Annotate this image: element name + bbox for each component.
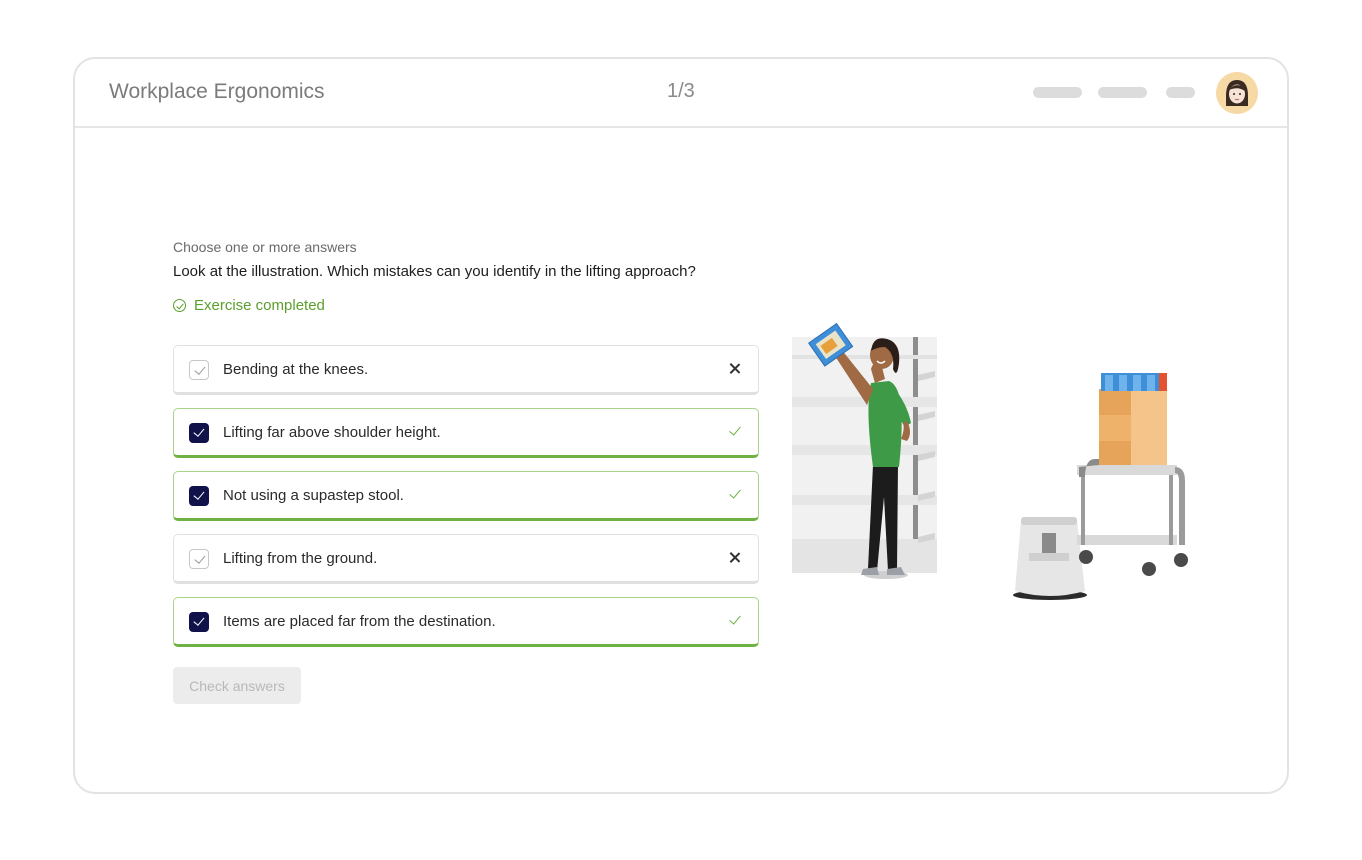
- answer-label: Lifting far above shoulder height.: [223, 424, 441, 441]
- answer-label: Bending at the knees.: [223, 361, 369, 378]
- status-text: Exercise completed: [194, 297, 325, 314]
- close-icon: [726, 549, 744, 567]
- checkbox-checked[interactable]: [189, 486, 209, 506]
- answer-option[interactable]: Lifting far above shoulder height.: [173, 408, 759, 458]
- answer-option[interactable]: Items are placed far from the destinatio…: [173, 597, 759, 647]
- answer-option[interactable]: Bending at the knees.: [173, 345, 759, 395]
- checkmark-icon: [726, 486, 744, 504]
- check-circle-icon: [173, 299, 186, 312]
- answer-option[interactable]: Not using a supastep stool.: [173, 471, 759, 521]
- answer-option[interactable]: Lifting from the ground.: [173, 534, 759, 584]
- answer-label: Lifting from the ground.: [223, 550, 378, 567]
- answer-label: Not using a supastep stool.: [223, 487, 404, 504]
- checkbox-checked[interactable]: [189, 612, 209, 632]
- checkmark-icon: [726, 423, 744, 441]
- instruction-hint: Choose one or more answers: [173, 239, 357, 255]
- checkbox-checked[interactable]: [189, 423, 209, 443]
- checkbox-unchecked[interactable]: [189, 549, 209, 569]
- checkmark-icon: [726, 612, 744, 630]
- check-answers-button[interactable]: Check answers: [173, 667, 301, 704]
- completion-status: Exercise completed: [173, 297, 325, 314]
- question-text: Look at the illustration. Which mistakes…: [173, 263, 696, 280]
- answer-label: Items are placed far from the destinatio…: [223, 613, 496, 630]
- close-icon: [726, 360, 744, 378]
- answer-list: Bending at the knees. Lifting far above …: [173, 345, 759, 660]
- lifting-illustration: [789, 317, 1209, 607]
- checkbox-unchecked[interactable]: [189, 360, 209, 380]
